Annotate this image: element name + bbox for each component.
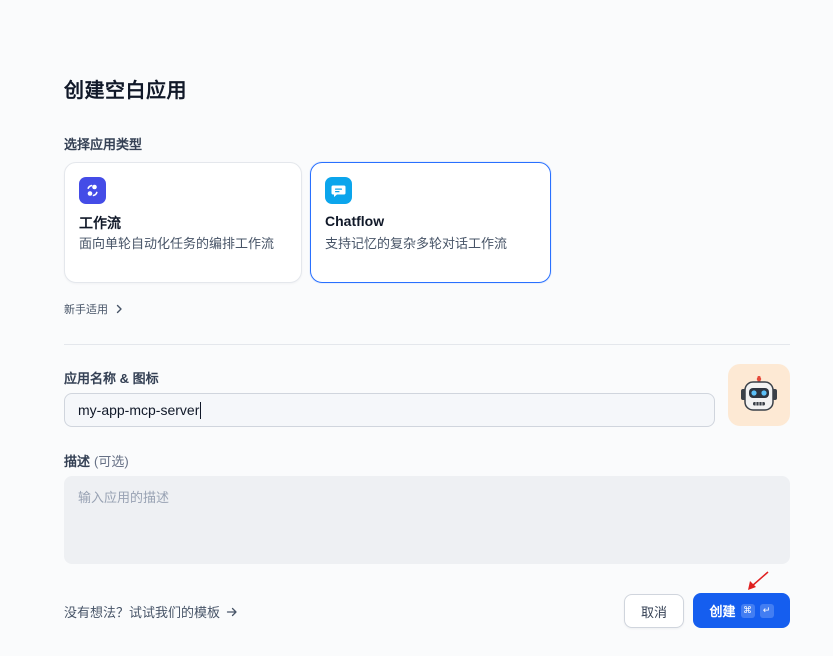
create-button[interactable]: 创建 ⌘ ↵	[693, 593, 790, 628]
chat-icon	[325, 177, 352, 204]
template-link[interactable]: 没有想法？试试我们的模板	[64, 602, 238, 621]
arrow-right-icon	[226, 607, 237, 616]
description-label-text: 描述	[64, 454, 91, 469]
workflow-icon	[79, 177, 106, 204]
cmd-key-icon: ⌘	[740, 603, 755, 618]
description-placeholder: 输入应用的描述	[78, 490, 170, 505]
robot-emoji-icon	[741, 376, 777, 411]
divider	[64, 344, 790, 345]
app-type-card-workflow[interactable]: 工作流 面向单轮自动化任务的编排工作流	[64, 162, 302, 283]
app-icon-picker[interactable]	[728, 364, 790, 426]
cancel-label: 取消	[640, 604, 667, 620]
pointer-arrow-icon	[748, 571, 769, 590]
dialog-title: 创建空白应用	[64, 80, 187, 102]
card-description: 支持记忆的复杂多轮对话工作流	[325, 236, 508, 251]
card-title: 工作流	[79, 215, 121, 231]
description-textarea[interactable]: 输入应用的描述	[64, 476, 790, 564]
template-link-label: 没有想法？试试我们的模板	[64, 605, 221, 620]
app-name-label: 应用名称 & 图标	[64, 371, 159, 386]
beginner-toggle[interactable]: 新手适用	[64, 301, 124, 317]
description-label: 描述 (可选)	[64, 451, 129, 470]
create-app-dialog: 创建空白应用 选择应用类型 工作流 面向单轮自动化任务的编排工作流 Chatfl…	[0, 0, 833, 656]
card-title: Chatflow	[325, 213, 385, 229]
enter-key-icon: ↵	[759, 603, 774, 618]
app-name-value: my-app-mcp-server	[78, 402, 200, 418]
chevron-right-icon	[116, 304, 122, 314]
app-name-input[interactable]: my-app-mcp-server	[64, 393, 715, 427]
text-caret	[200, 401, 202, 419]
optional-tag: (可选)	[94, 454, 129, 469]
app-type-label: 选择应用类型	[64, 137, 143, 152]
app-type-card-chatflow[interactable]: Chatflow 支持记忆的复杂多轮对话工作流	[310, 162, 551, 283]
card-description: 面向单轮自动化任务的编排工作流	[79, 236, 275, 251]
create-label: 创建	[709, 604, 736, 619]
beginner-label: 新手适用	[64, 304, 108, 316]
cancel-button[interactable]: 取消	[624, 594, 684, 628]
